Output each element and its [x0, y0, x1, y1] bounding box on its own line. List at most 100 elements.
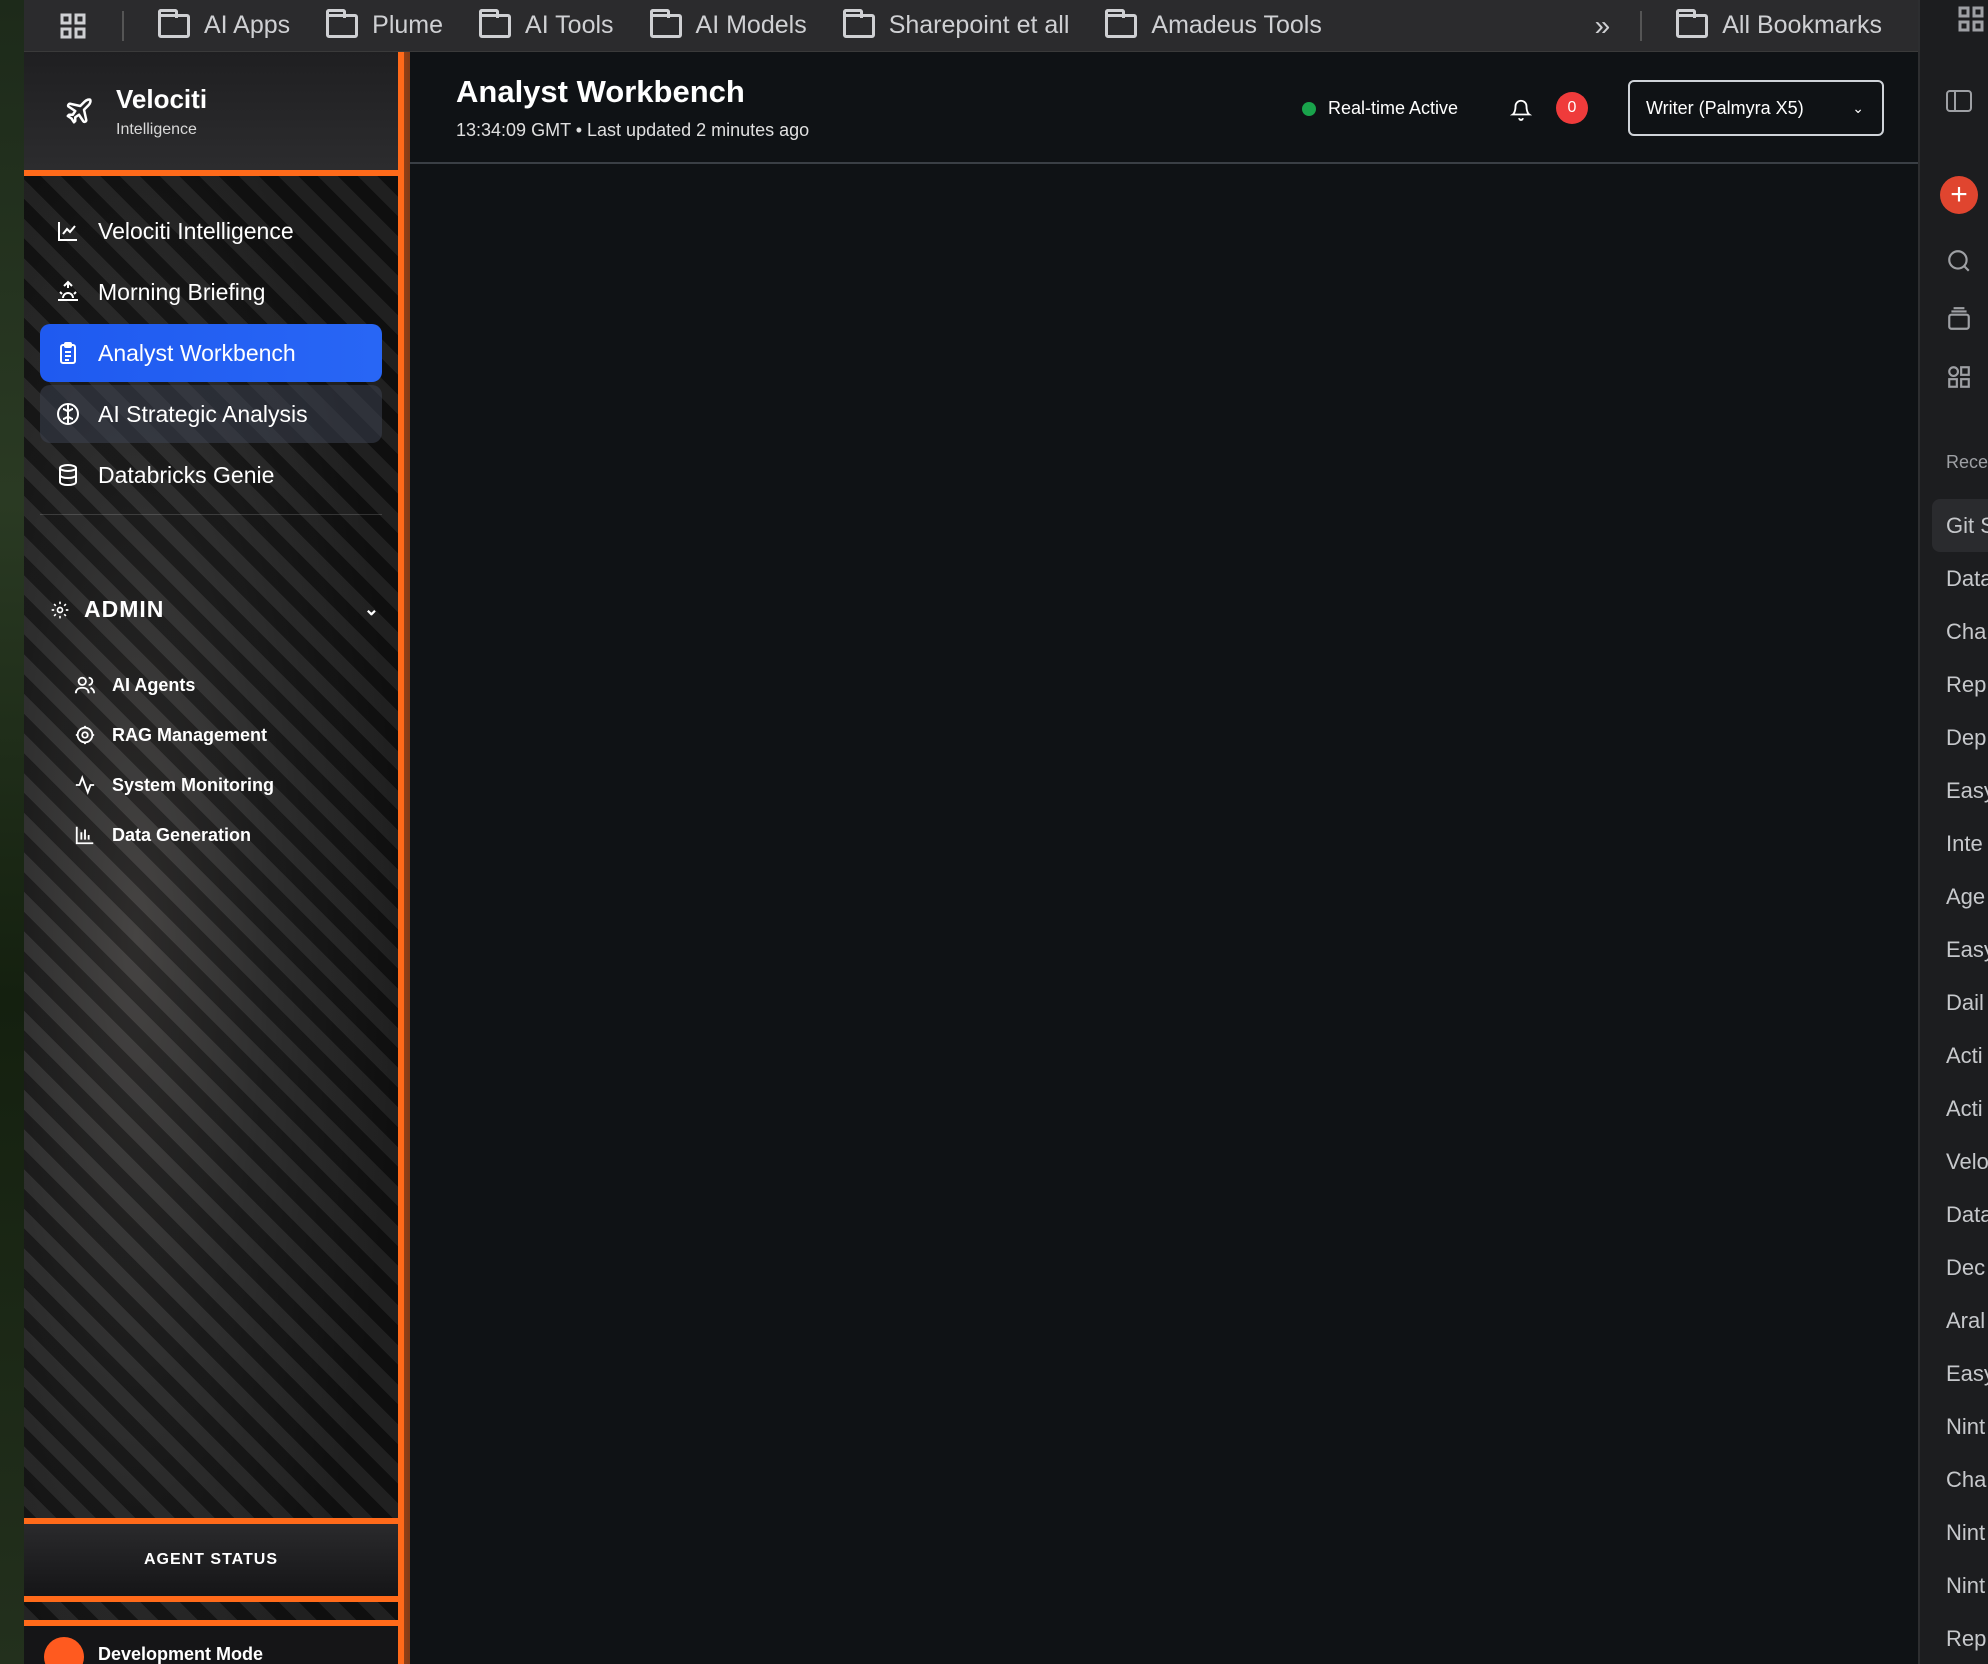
brand-name: Velociti: [116, 83, 208, 114]
bar-chart-icon: [74, 824, 96, 846]
recent-item[interactable]: Git S: [1932, 499, 1988, 552]
dev-mode-panel[interactable]: Development Mode: [24, 1620, 398, 1664]
dev-mode-avatar: [44, 1637, 84, 1664]
nav-item-ai-agents[interactable]: AI Agents: [74, 660, 374, 710]
recent-heading: Rece: [1946, 452, 1988, 472]
page-subtitle: 13:34:09 GMT • Last updated 2 minutes ag…: [456, 120, 810, 140]
folder-icon: [326, 8, 359, 38]
all-bookmarks-label: All Bookmarks: [1722, 11, 1882, 39]
chevron-down-icon: ⌄: [363, 599, 380, 619]
database-icon: [56, 463, 80, 487]
nav-divider: [40, 514, 382, 515]
recent-item[interactable]: Dec: [1946, 1241, 1988, 1294]
nav-item-label: AI Agents: [112, 674, 196, 695]
plane-icon: [64, 96, 94, 126]
nav-item-morning-briefing[interactable]: Morning Briefing: [40, 263, 382, 321]
recent-item[interactable]: Nint: [1946, 1506, 1988, 1559]
bookmark-label: AI Tools: [525, 11, 614, 39]
nav-item-system-monitoring[interactable]: System Monitoring: [74, 760, 374, 810]
all-bookmarks-button[interactable]: All Bookmarks: [1676, 8, 1882, 40]
chat-icon[interactable]: [1946, 248, 1976, 278]
nav-item-label: Data Generation: [112, 824, 252, 845]
bell-icon[interactable]: [1510, 96, 1532, 122]
archive-icon[interactable]: [1946, 306, 1976, 336]
recent-item[interactable]: Nint: [1946, 1559, 1988, 1612]
nav-item-databricks-genie[interactable]: Databricks Genie: [40, 446, 382, 504]
desktop-background: [0, 0, 24, 1664]
recent-item[interactable]: Dail: [1946, 976, 1988, 1029]
recent-item[interactable]: Acti: [1946, 1029, 1988, 1082]
nav-item-data-generation[interactable]: Data Generation: [74, 810, 374, 860]
recent-item[interactable]: Dep: [1946, 711, 1988, 764]
apps-grid-icon[interactable]: [1958, 6, 1988, 36]
recent-item[interactable]: Aral: [1946, 1294, 1988, 1347]
brand-header[interactable]: Velociti Intelligence: [24, 52, 398, 176]
bookmark-folder[interactable]: AI Apps: [158, 8, 291, 40]
nav-item-rag-management[interactable]: RAG Management: [74, 710, 374, 760]
model-select-value: Writer (Palmyra X5): [1646, 97, 1804, 118]
model-select[interactable]: Writer (Palmyra X5) ⌄: [1628, 80, 1884, 136]
recent-item[interactable]: Easy: [1946, 923, 1988, 976]
main-nav: Velociti Intelligence Morning Briefing A…: [40, 202, 382, 515]
gear-icon: [50, 600, 70, 620]
recent-item[interactable]: Nint: [1946, 1400, 1988, 1453]
nav-item-ai-strategic-analysis[interactable]: AI Strategic Analysis: [40, 385, 382, 443]
folder-icon: [1676, 8, 1709, 38]
bookmark-label: AI Apps: [204, 11, 291, 39]
bookmark-folder[interactable]: Sharepoint et all: [842, 8, 1069, 40]
agent-status-panel[interactable]: AGENT STATUS: [24, 1518, 398, 1602]
page-title: Analyst Workbench: [456, 74, 745, 109]
recent-item[interactable]: Easy: [1946, 764, 1988, 817]
brand-subtitle: Intelligence: [116, 120, 197, 138]
recent-item[interactable]: Easy: [1946, 1347, 1988, 1400]
page-header: Analyst Workbench 13:34:09 GMT • Last up…: [410, 52, 1918, 164]
nav-item-analyst-workbench[interactable]: Analyst Workbench: [40, 324, 382, 382]
right-side-panel: + Rece Git S Data Cha Rep Dep Easy Inte …: [1918, 0, 1988, 1664]
folder-icon: [1105, 8, 1138, 38]
nav-item-velociti-intelligence[interactable]: Velociti Intelligence: [40, 202, 382, 260]
folder-icon: [649, 8, 682, 38]
status-label: Real-time Active: [1328, 98, 1459, 118]
bookmark-folder[interactable]: Amadeus Tools: [1105, 8, 1322, 40]
apps-icon[interactable]: [1946, 364, 1976, 394]
sidebar: Velociti Intelligence Velociti Intellige…: [24, 52, 404, 1664]
status-dot-icon: [1302, 101, 1316, 116]
recent-item[interactable]: Rep: [1946, 658, 1988, 711]
bookmark-folder[interactable]: AI Tools: [479, 8, 614, 40]
folder-icon: [479, 8, 512, 38]
admin-nav: AI Agents RAG Management System Monitori…: [74, 660, 374, 860]
sunrise-icon: [56, 280, 80, 304]
agent-status-label: AGENT STATUS: [143, 1551, 279, 1568]
recent-item[interactable]: Velo: [1946, 1135, 1988, 1188]
activity-icon: [74, 774, 96, 796]
apps-grid-icon[interactable]: [60, 13, 86, 39]
bookmark-folder[interactable]: Plume: [326, 8, 444, 40]
recent-item[interactable]: Cha: [1946, 1453, 1988, 1506]
sidebar-toggle-icon[interactable]: [1946, 90, 1976, 120]
recent-item[interactable]: Data: [1946, 1188, 1988, 1241]
recent-item[interactable]: Age: [1946, 870, 1988, 923]
bookmarks-bar: AI Apps Plume AI Tools AI Models Sharepo…: [24, 0, 1918, 52]
notification-badge[interactable]: 0: [1556, 92, 1588, 124]
clipboard-icon: [56, 341, 80, 365]
realtime-status: Real-time Active: [1302, 98, 1458, 119]
app-window: AI Apps Plume AI Tools AI Models Sharepo…: [0, 0, 1988, 1664]
nav-item-label: Analyst Workbench: [98, 339, 296, 366]
new-chat-button[interactable]: +: [1940, 176, 1978, 214]
bookmark-folder[interactable]: AI Models: [649, 8, 807, 40]
bookmark-label: Amadeus Tools: [1151, 11, 1322, 39]
recent-item[interactable]: Rep: [1946, 1612, 1988, 1664]
recent-item[interactable]: Inte: [1946, 817, 1988, 870]
folder-icon: [158, 8, 190, 38]
bookmarks-separator: [1640, 10, 1643, 41]
nav-item-label: System Monitoring: [112, 774, 275, 795]
more-bookmarks-icon[interactable]: »: [1595, 10, 1611, 42]
recent-list: Rece Git S Data Cha Rep Dep Easy Inte Ag…: [1932, 452, 1988, 1664]
bookmark-label: Plume: [372, 11, 444, 39]
admin-section-toggle[interactable]: ADMIN ⌄: [50, 596, 380, 623]
recent-item[interactable]: Data: [1946, 552, 1988, 605]
recent-item[interactable]: Acti: [1946, 1082, 1988, 1135]
folder-icon: [842, 8, 875, 38]
recent-item[interactable]: Cha: [1946, 605, 1988, 658]
bookmarks-separator: [122, 10, 124, 41]
